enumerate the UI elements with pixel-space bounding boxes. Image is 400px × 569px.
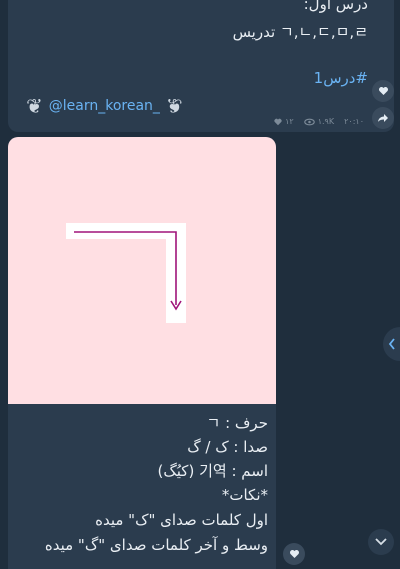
heart-icon <box>378 87 388 95</box>
flourish-left-icon: ❦ <box>26 94 43 118</box>
hashtag-link[interactable]: #درس1 <box>314 68 368 88</box>
react-button-2[interactable] <box>283 543 305 565</box>
name-line: اسم : 기역 (کیُگ) <box>157 462 269 480</box>
giyeok-stroke-diagram <box>66 223 186 323</box>
eye-icon <box>303 118 315 125</box>
message-bubble-1: درس اول: ㄱ,ㄴ,ㄷ,ㅁ,ㄹ تدریس #درس1 ❦ @learn_… <box>8 0 394 132</box>
chevron-left-icon <box>388 338 395 350</box>
message-bubble-2: حرف : ㄱ صدا : ک / گ اسم : 기역 (کیُگ) *نکا… <box>8 137 276 569</box>
channel-handle-row: ❦ @learn_korean_ ❦ <box>26 94 183 118</box>
small-heart-icon <box>274 118 282 125</box>
sound-line: صدا : ک / گ <box>187 438 268 456</box>
note-line-2: وسط و آخر کلمات صدای "گ" میده <box>44 536 268 554</box>
note-line-1: اول کلمات صدای "ک" میده <box>95 511 268 529</box>
letter-line: حرف : ㄱ <box>206 414 268 432</box>
lesson-letters: ㄱ,ㄴ,ㄷ,ㅁ,ㄹ تدریس <box>232 23 368 41</box>
flourish-right-icon: ❦ <box>165 94 183 118</box>
share-icon <box>378 114 388 122</box>
heart-icon <box>289 550 299 558</box>
side-panel-toggle[interactable] <box>383 327 400 361</box>
views-count: ۱.۹K <box>303 117 334 126</box>
letter-image[interactable] <box>8 137 276 404</box>
likes-count: ۱۲ <box>274 117 294 126</box>
channel-handle-link[interactable]: @learn_korean_ <box>49 98 160 114</box>
lesson-title: درس اول: <box>303 0 368 13</box>
message-time: ۲۰:۱۰ <box>344 117 364 126</box>
notes-heading: *نکات* <box>221 486 268 504</box>
scroll-down-button[interactable] <box>368 529 394 555</box>
react-button[interactable] <box>372 80 394 102</box>
message-meta: ۱۲ ۱.۹K ۲۰:۱۰ <box>274 117 364 126</box>
chevron-down-icon <box>375 538 387 546</box>
share-button[interactable] <box>372 107 394 129</box>
